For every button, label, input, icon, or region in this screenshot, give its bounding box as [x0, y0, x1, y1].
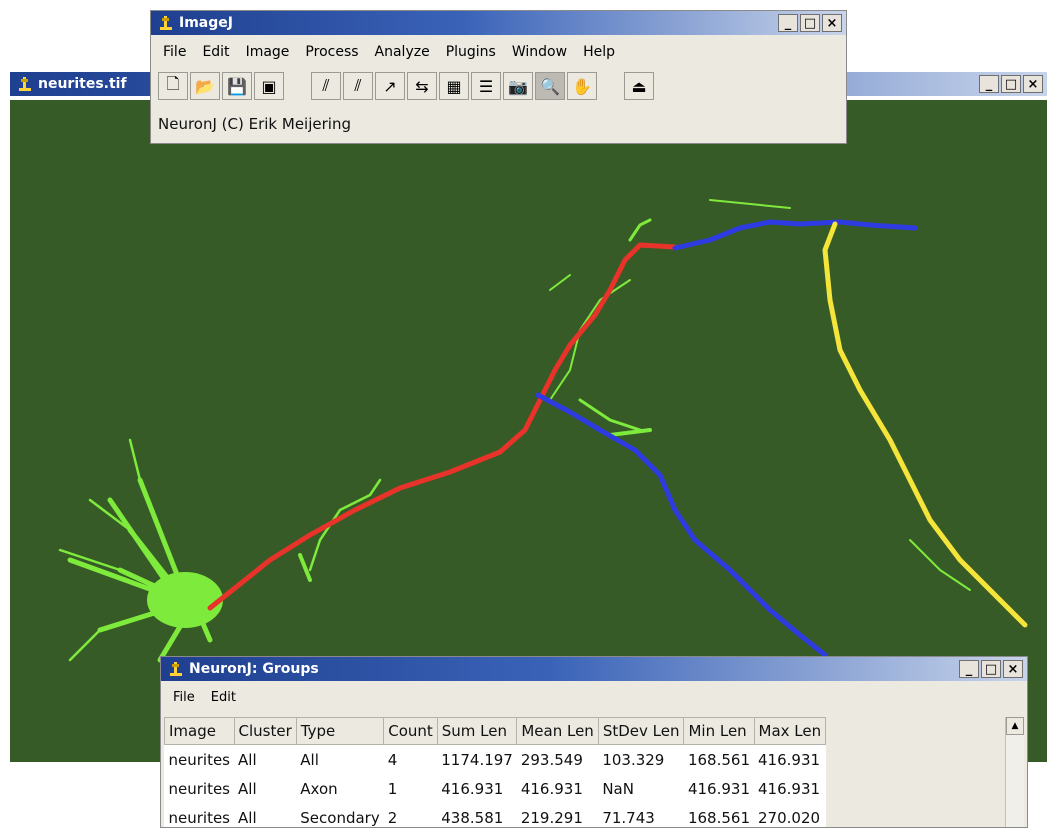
list-tracings-icon[interactable]: ☰ — [471, 72, 501, 100]
snapshot-icon[interactable]: 📷 — [503, 72, 533, 100]
table-cell: 103.329 — [602, 750, 665, 769]
imagej-microscope-icon — [159, 15, 173, 31]
axon-tracing[interactable] — [207, 242, 678, 611]
table-cell: 438.581 — [441, 808, 504, 827]
neuron-fluorescence — [58, 199, 971, 663]
neuronj-tracings — [207, 219, 1028, 658]
table-cell: 416.931 — [520, 779, 583, 798]
table-cell: neurites — [168, 779, 231, 798]
column-header[interactable]: StDev Len — [597, 717, 685, 745]
table-cell: 1174.197 — [441, 750, 513, 769]
groups-menubar: File Edit — [165, 690, 244, 705]
table-cell: 219.291 — [520, 808, 583, 827]
table-cell: 293.549 — [520, 750, 583, 769]
maximize-button[interactable]: □ — [800, 14, 820, 32]
groups-titlebar[interactable]: NeuronJ: Groups _ □ × — [161, 657, 1027, 681]
save-icon[interactable]: 💾 — [222, 72, 252, 100]
add-tracing-icon[interactable]: ⫽ — [311, 72, 341, 100]
table-cell: 416.931 — [687, 779, 750, 798]
minimize-button[interactable]: _ — [979, 75, 999, 93]
maximize-button[interactable]: □ — [981, 660, 1001, 678]
move-vertices-icon[interactable]: ↗ — [375, 72, 405, 100]
table-row[interactable]: neurites All Secondary 2 438.581 219.291 71.74… — [165, 803, 826, 827]
minimize-button[interactable]: _ — [778, 14, 798, 32]
column-header[interactable]: Type — [295, 717, 385, 745]
table-cell: 416.931 — [758, 779, 821, 798]
column-header[interactable]: Sum Len — [436, 717, 518, 745]
imagej-menubar: File Edit Image Process Analyze Plugins … — [155, 44, 623, 60]
table-cell: All — [238, 808, 257, 827]
menu-analyze[interactable]: Analyze — [367, 44, 438, 60]
measure-tracings-icon[interactable]: ⇆ — [407, 72, 437, 100]
imagej-microscope-icon — [18, 76, 32, 92]
export-icon[interactable]: ▣ — [254, 72, 284, 100]
zoom-icon[interactable]: 🔍 — [535, 72, 565, 100]
menu-file[interactable]: File — [155, 44, 194, 60]
vertical-scrollbar[interactable]: ▲ — [1005, 717, 1024, 827]
open-icon[interactable]: 📂 — [190, 72, 220, 100]
menu-edit[interactable]: Edit — [194, 44, 237, 60]
imagej-window: ImageJ _ □ × File Edit Image Process Ana… — [150, 10, 847, 144]
groups-menu-file[interactable]: File — [165, 690, 203, 705]
table-cell: 416.931 — [758, 750, 821, 769]
column-header[interactable]: Count — [383, 717, 438, 745]
minimize-button[interactable]: _ — [959, 660, 979, 678]
close-button[interactable]: × — [1023, 75, 1043, 93]
tertiary-tracing[interactable] — [822, 221, 1028, 628]
table-cell: 2 — [387, 808, 398, 827]
column-header[interactable]: Min Len — [683, 717, 755, 745]
table-cell: 270.020 — [758, 808, 821, 827]
table-cell: 416.931 — [441, 779, 504, 798]
table-cell: All — [300, 750, 319, 769]
scroll-up-icon[interactable]: ▲ — [1006, 717, 1024, 735]
table-cell: Secondary — [300, 808, 380, 827]
table-body: neurites All All 4 1174.197 293.549 103.329 168… — [165, 745, 826, 828]
table-cell: 71.743 — [602, 808, 655, 827]
secondary-tracing-upper[interactable] — [672, 219, 918, 251]
table-cell: All — [238, 750, 257, 769]
table-header-row: Image Cluster Type Count Sum Len Mean Len StDe… — [164, 717, 827, 745]
table-cell: neurites — [168, 808, 231, 827]
table-row[interactable]: neurites All All 4 1174.197 293.549 103.329 168… — [165, 745, 826, 775]
groups-menu-edit[interactable]: Edit — [203, 690, 244, 705]
column-header[interactable]: Mean Len — [516, 717, 599, 745]
column-header[interactable]: Image — [164, 717, 235, 745]
table-cell: 4 — [387, 750, 398, 769]
new-icon[interactable]: 🗋 — [158, 72, 188, 100]
table-cell: neurites — [168, 750, 231, 769]
groups-table: Image Cluster Type Count Sum Len Mean Len StDe… — [164, 717, 827, 828]
table-cell: 168.561 — [687, 750, 750, 769]
menu-window[interactable]: Window — [504, 44, 575, 60]
close-button[interactable]: × — [822, 14, 842, 32]
close-button[interactable]: × — [1003, 660, 1023, 678]
quit-icon[interactable]: ⏏ — [624, 72, 654, 100]
table-cell: 1 — [387, 779, 398, 798]
groups-window: NeuronJ: Groups _ □ × File Edit Image Clu… — [160, 656, 1028, 828]
menu-plugins[interactable]: Plugins — [438, 44, 504, 60]
maximize-button[interactable]: □ — [1001, 75, 1021, 93]
hand-icon[interactable]: ✋ — [567, 72, 597, 100]
image-window-title: neurites.tif — [38, 76, 127, 92]
imagej-microscope-icon — [169, 661, 183, 677]
imagej-title: ImageJ — [179, 15, 233, 31]
label-tracings-icon[interactable]: ▦ — [439, 72, 469, 100]
column-header[interactable]: Max Len — [753, 717, 827, 745]
table-row[interactable]: neurites All Axon 1 416.931 416.931 NaN 416.931… — [165, 774, 826, 803]
menu-help[interactable]: Help — [575, 44, 623, 60]
table-cell: Axon — [300, 779, 338, 798]
table-cell: 168.561 — [687, 808, 750, 827]
status-text: NeuronJ (C) Erik Meijering — [158, 115, 351, 133]
menu-image[interactable]: Image — [238, 44, 298, 60]
imagej-titlebar[interactable]: ImageJ _ □ × — [151, 11, 846, 35]
secondary-tracing-lower[interactable] — [535, 392, 828, 658]
table-cell: All — [238, 779, 257, 798]
table-cell: NaN — [602, 779, 634, 798]
imagej-toolbar: 🗋 📂 💾 ▣ ⫽ ⫽ ↗ ⇆ ▦ ☰ 📷 🔍 ✋ ⏏ — [158, 72, 656, 100]
delete-tracing-icon[interactable]: ⫽ — [343, 72, 373, 100]
column-header[interactable]: Cluster — [233, 717, 297, 745]
groups-title: NeuronJ: Groups — [189, 661, 319, 677]
menu-process[interactable]: Process — [297, 44, 366, 60]
